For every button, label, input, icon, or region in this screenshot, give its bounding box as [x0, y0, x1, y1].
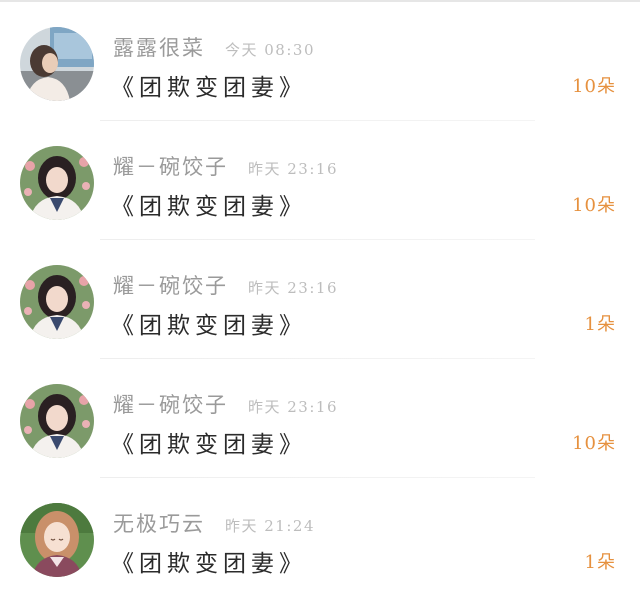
timestamp: 昨天 23:16: [248, 279, 338, 297]
avatar-girl-flowers-icon[interactable]: [20, 384, 94, 458]
flower-count: 10朵: [572, 195, 616, 216]
comment-row[interactable]: 耀－碗饺子 昨天 23:16 《团欺变团妻》 1朵: [0, 240, 640, 359]
comment-meta: 耀－碗饺子 昨天 23:16: [113, 151, 338, 179]
avatar-girl-flowers-icon[interactable]: [20, 146, 94, 220]
avatar-girl-flowers-icon[interactable]: [20, 265, 94, 339]
flower-count: 1朵: [584, 552, 616, 573]
comment-meta: 耀－碗饺子 昨天 23:16: [113, 270, 338, 298]
username[interactable]: 耀－碗饺子: [113, 270, 228, 300]
comment-text: 《团欺变团妻》: [111, 432, 307, 458]
comment-row[interactable]: 耀－碗饺子 昨天 23:16 《团欺变团妻》 10朵: [0, 359, 640, 478]
comment-row[interactable]: 露露很菜 今天 08:30 《团欺变团妻》 10朵: [0, 2, 640, 121]
timestamp: 今天 08:30: [225, 41, 315, 59]
comment-meta: 耀－碗饺子 昨天 23:16: [113, 389, 338, 417]
comment-meta: 无极巧云 昨天 21:24: [113, 508, 315, 536]
timestamp: 昨天 21:24: [225, 517, 315, 535]
comment-text: 《团欺变团妻》: [111, 194, 307, 220]
comment-text: 《团欺变团妻》: [111, 551, 307, 577]
username[interactable]: 露露很菜: [113, 32, 205, 62]
flower-count: 10朵: [572, 76, 616, 97]
comment-row[interactable]: 耀－碗饺子 昨天 23:16 《团欺变团妻》 10朵: [0, 121, 640, 240]
username[interactable]: 耀－碗饺子: [113, 389, 228, 419]
comment-meta: 露露很菜 今天 08:30: [113, 32, 315, 60]
username[interactable]: 无极巧云: [113, 508, 205, 538]
flower-count: 1朵: [584, 314, 616, 335]
comment-list: 露露很菜 今天 08:30 《团欺变团妻》 10朵 耀－碗饺子 昨天 23:16: [0, 2, 640, 597]
avatar-anime-girl-icon[interactable]: [20, 503, 94, 577]
avatar-girl-train-window-icon[interactable]: [20, 27, 94, 101]
timestamp: 昨天 23:16: [248, 160, 338, 178]
timestamp: 昨天 23:16: [248, 398, 338, 416]
comment-text: 《团欺变团妻》: [111, 313, 307, 339]
comment-text: 《团欺变团妻》: [111, 75, 307, 101]
comment-row[interactable]: 无极巧云 昨天 21:24 《团欺变团妻》 1朵: [0, 478, 640, 597]
username[interactable]: 耀－碗饺子: [113, 151, 228, 181]
flower-count: 10朵: [572, 433, 616, 454]
